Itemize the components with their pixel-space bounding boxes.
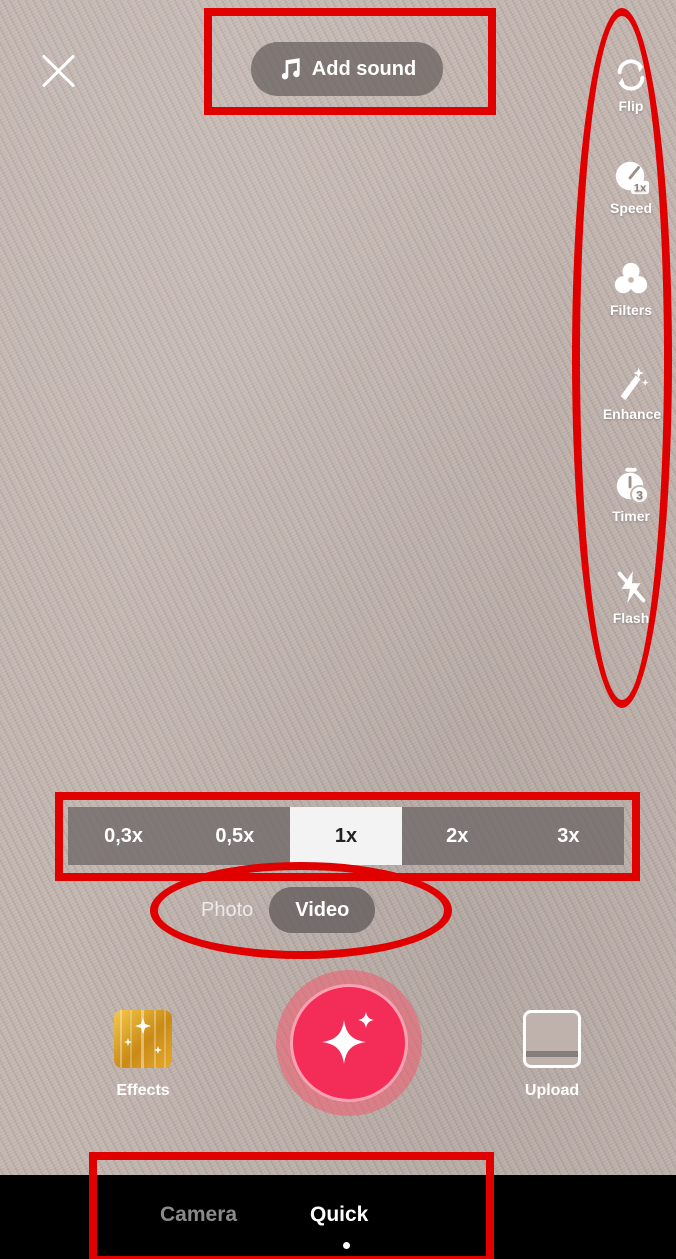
flip-camera-icon (617, 59, 645, 91)
timer-badge: 3 (636, 488, 643, 502)
effects-label: Effects (116, 1082, 170, 1099)
flash-button[interactable]: Flash (596, 568, 666, 626)
speed-button[interactable]: 1x Speed (596, 158, 666, 216)
upload-button[interactable]: Upload (514, 1010, 590, 1100)
filters-icon (614, 262, 648, 294)
flash-off-icon (617, 570, 646, 604)
record-button[interactable] (290, 984, 408, 1102)
timer-icon: 3 (616, 467, 650, 504)
close-icon[interactable] (40, 52, 78, 90)
zoom-option-0-3x[interactable]: 0,3x (68, 807, 179, 865)
sparkle-effects-icon (120, 1010, 166, 1068)
upload-label: Upload (524, 1082, 580, 1099)
mode-video-tab[interactable]: Video (269, 887, 376, 933)
timer-button[interactable]: 3 Timer (596, 466, 666, 524)
zoom-option-0-5x[interactable]: 0,5x (179, 807, 290, 865)
zoom-selector[interactable]: 0,3x 0,5x 1x 2x 3x (68, 807, 624, 865)
upload-thumbnail-strip (526, 1051, 578, 1057)
filters-button[interactable]: Filters (596, 260, 666, 318)
effects-button[interactable]: Effects (104, 1010, 182, 1100)
enhance-label: Enhance (602, 406, 662, 422)
magic-wand-icon (620, 367, 649, 401)
zoom-option-2x[interactable]: 2x (402, 807, 513, 865)
music-note-icon (281, 58, 300, 80)
mode-photo-tab[interactable]: Photo (195, 899, 259, 922)
add-sound-label: Add sound (311, 57, 417, 80)
zoom-option-1x[interactable]: 1x (290, 807, 402, 865)
flip-label: Flip (618, 98, 644, 114)
flip-button[interactable]: Flip (596, 56, 666, 114)
filters-label: Filters (609, 302, 652, 318)
upload-thumbnail (523, 1010, 581, 1068)
capture-mode-toggle[interactable]: Photo Video (195, 887, 376, 933)
nav-selected-indicator (343, 1242, 350, 1249)
sparkle-icon (322, 1012, 374, 1064)
bottom-nav: Camera Quick (0, 1175, 676, 1259)
speed-badge: 1x (634, 182, 647, 194)
speed-label: Speed (609, 200, 652, 216)
zoom-option-3x[interactable]: 3x (513, 807, 624, 865)
enhance-button[interactable]: Enhance (594, 364, 670, 422)
nav-tab-quick[interactable]: Quick (310, 1203, 368, 1227)
add-sound-button[interactable]: Add sound (251, 42, 443, 96)
flash-label: Flash (612, 610, 650, 626)
effects-thumbnail (114, 1010, 172, 1068)
nav-tab-camera[interactable]: Camera (160, 1203, 237, 1227)
timer-label: Timer (612, 508, 650, 524)
speed-gauge-icon: 1x (615, 161, 650, 194)
